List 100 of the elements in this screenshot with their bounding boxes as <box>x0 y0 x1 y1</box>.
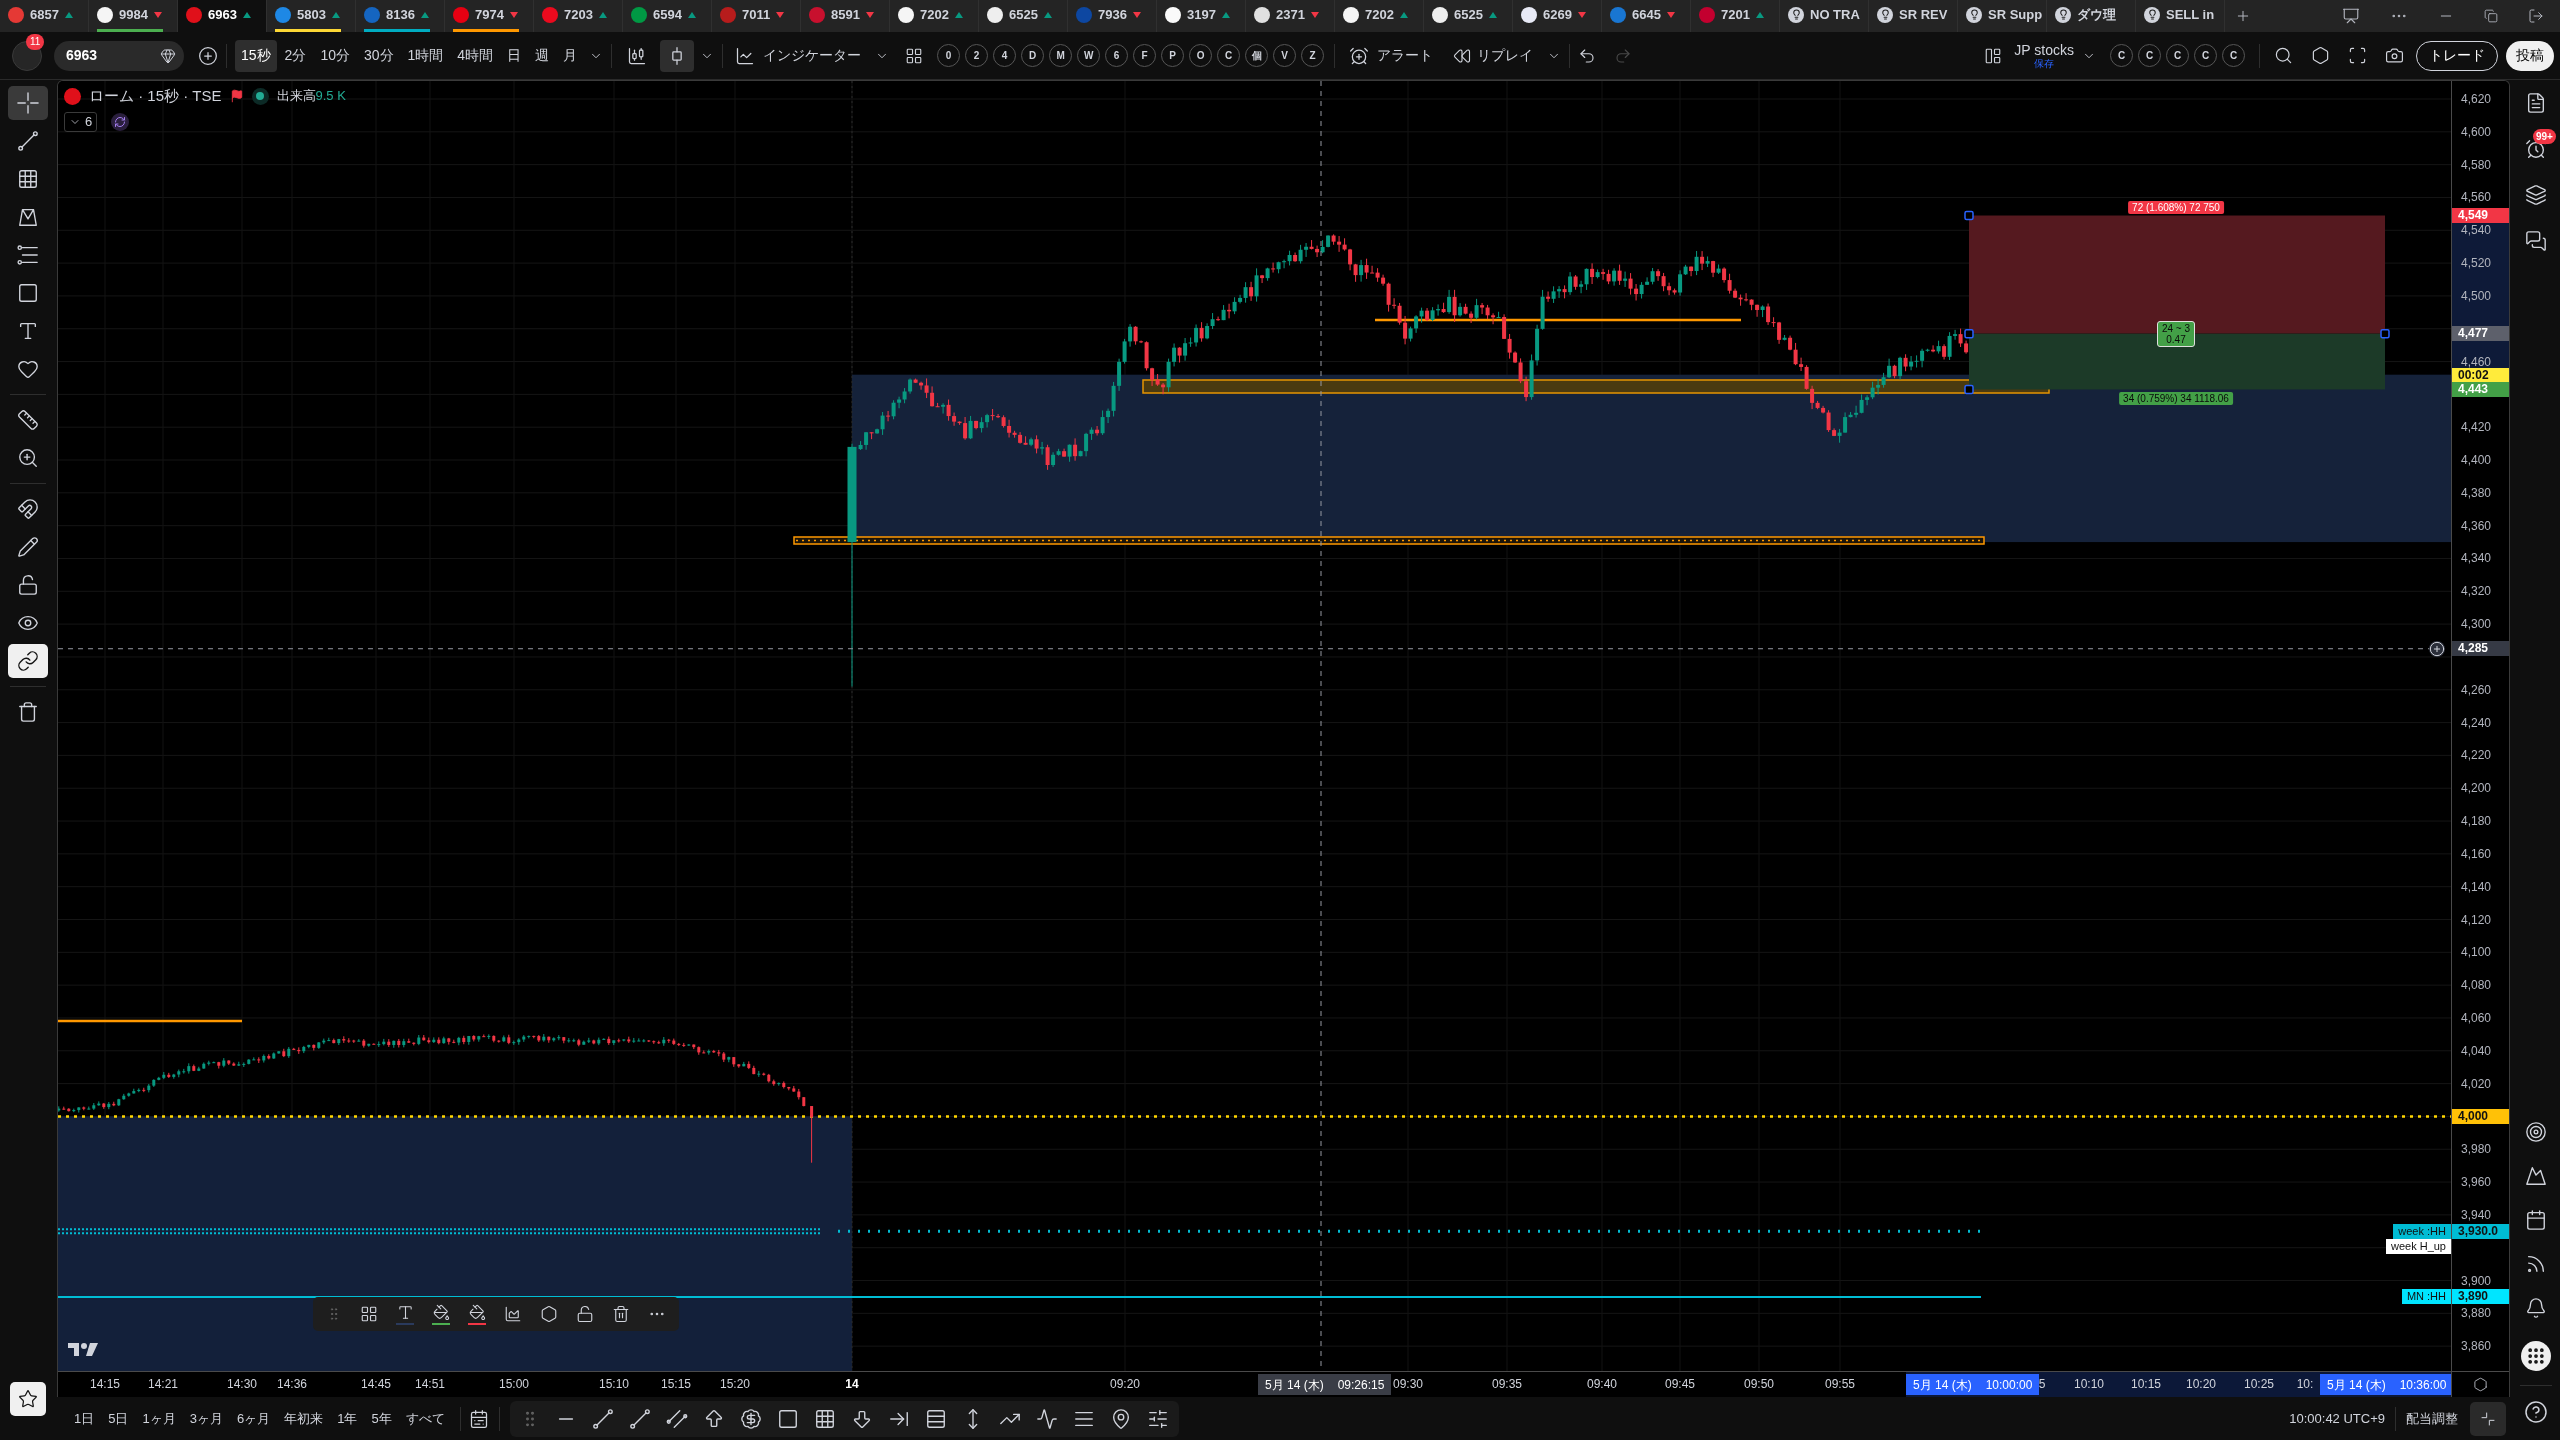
flag-icon[interactable] <box>229 89 244 103</box>
range-button[interactable]: すべて <box>398 1404 452 1433</box>
chat-icon[interactable] <box>2525 230 2547 252</box>
target-icon[interactable] <box>2525 1121 2547 1143</box>
resize-handle[interactable] <box>1964 328 1974 339</box>
interval-button[interactable]: 日 <box>501 39 528 72</box>
alert-button[interactable]: アラート <box>1345 39 1438 72</box>
trash-icon[interactable] <box>16 701 39 723</box>
layout-icon[interactable] <box>1984 46 2003 65</box>
calendar-icon[interactable] <box>2525 1209 2547 1231</box>
interval-button[interactable]: 2分 <box>278 39 313 72</box>
zigzag-icon[interactable] <box>1035 1407 1058 1430</box>
range-button[interactable]: 5日 <box>101 1404 136 1433</box>
candlestick-icon[interactable] <box>627 45 648 66</box>
apps-grid-icon[interactable] <box>2521 1341 2551 1371</box>
heart-icon[interactable] <box>16 358 39 380</box>
refresh-icon[interactable] <box>111 113 130 131</box>
settings-icon[interactable] <box>540 1305 558 1323</box>
resize-handle[interactable] <box>1964 210 1974 221</box>
bell-icon[interactable] <box>2525 1297 2547 1319</box>
restore-icon[interactable] <box>2484 9 2498 23</box>
pattern-icon[interactable] <box>16 206 39 228</box>
indicators-button[interactable]: インジケーター <box>731 39 866 72</box>
range-button[interactable]: 1年 <box>330 1404 365 1433</box>
help-icon[interactable] <box>2524 1400 2548 1424</box>
lock-open-icon[interactable] <box>576 1305 594 1323</box>
parallel-lines-icon[interactable] <box>665 1407 688 1430</box>
rss-icon[interactable] <box>2525 1253 2547 1275</box>
layout-grid-icon[interactable] <box>905 46 924 65</box>
collapse-icon[interactable] <box>2480 1410 2496 1427</box>
mountain-icon[interactable] <box>2525 1165 2547 1187</box>
publish-button[interactable]: 投稿 <box>2506 40 2554 71</box>
interval-button[interactable]: 30分 <box>357 39 400 72</box>
style-button[interactable] <box>396 1303 414 1325</box>
grid-icon[interactable] <box>16 168 39 190</box>
range-button[interactable]: 1日 <box>67 1404 102 1433</box>
undo-icon[interactable] <box>1578 46 1597 65</box>
range-button[interactable]: 1ヶ月 <box>135 1404 183 1433</box>
quick-button[interactable]: V <box>1273 44 1297 67</box>
text-icon[interactable] <box>396 1303 414 1321</box>
favorites-button[interactable] <box>9 1382 46 1416</box>
area-chart-icon[interactable] <box>504 1305 522 1323</box>
paint-bucket-icon[interactable] <box>468 1303 486 1321</box>
interval-button[interactable]: 週 <box>529 39 556 72</box>
calendar-range-icon[interactable] <box>468 1408 489 1429</box>
rectangle-icon[interactable] <box>16 282 39 304</box>
style-button[interactable] <box>468 1303 486 1325</box>
interval-button[interactable]: 1時間 <box>401 39 450 72</box>
search-icon[interactable] <box>2274 46 2293 65</box>
interval-button[interactable]: 15秒 <box>235 39 277 72</box>
camera-icon[interactable] <box>2385 46 2404 65</box>
presentation-icon[interactable] <box>2342 7 2360 25</box>
trend-line-icon[interactable] <box>591 1407 614 1430</box>
chart-title[interactable]: ローム · 15秒 · TSE <box>89 84 222 108</box>
trash-icon[interactable] <box>612 1305 630 1323</box>
rectangle-icon[interactable] <box>776 1407 799 1430</box>
grid-icon[interactable] <box>813 1407 836 1430</box>
settings-icon[interactable] <box>2311 46 2330 65</box>
range-button[interactable]: 3ヶ月 <box>182 1404 230 1433</box>
rewind-icon[interactable] <box>1453 46 1472 65</box>
range-button[interactable]: 5年 <box>364 1404 399 1433</box>
lock-open-icon[interactable] <box>16 574 39 596</box>
toggle-button[interactable] <box>7 644 48 678</box>
new-tab-icon[interactable] <box>2235 8 2251 24</box>
crosshair-icon[interactable] <box>16 92 39 114</box>
document-icon[interactable] <box>2525 92 2547 114</box>
interval-button[interactable]: 月 <box>557 39 584 72</box>
exit-icon[interactable] <box>2528 8 2544 24</box>
dollar-tag-icon[interactable] <box>739 1407 762 1430</box>
ray-icon[interactable] <box>628 1407 651 1430</box>
chart-line-icon[interactable] <box>735 45 756 66</box>
layers-icon[interactable] <box>2525 184 2547 206</box>
trend-line-icon[interactable] <box>16 130 39 152</box>
range-button[interactable]: 年初来 <box>277 1404 331 1433</box>
layout-name[interactable]: JP stocks <box>2014 42 2074 57</box>
style-button[interactable] <box>432 1303 450 1325</box>
interval-button[interactable]: 4時間 <box>451 39 500 72</box>
magnet-icon[interactable] <box>16 498 39 520</box>
paint-bucket-icon[interactable] <box>432 1303 450 1321</box>
lines-icon[interactable] <box>16 244 39 266</box>
ruler-icon[interactable] <box>16 409 39 431</box>
pencil-icon[interactable] <box>16 536 39 558</box>
star-icon[interactable] <box>17 1389 38 1409</box>
tool-button[interactable] <box>7 86 48 120</box>
plus-circle-icon[interactable] <box>2429 640 2445 657</box>
fullscreen-icon[interactable] <box>2348 46 2367 65</box>
collapse-button[interactable]: 6 <box>64 112 98 132</box>
resize-handle[interactable] <box>2380 328 2390 339</box>
symbol-search-field[interactable]: 6963 <box>54 40 184 71</box>
alarm-clock-icon[interactable] <box>2525 138 2547 160</box>
range-button[interactable]: 6ヶ月 <box>229 1404 278 1433</box>
interval-button[interactable]: 10分 <box>314 39 356 72</box>
zoom-in-icon[interactable] <box>16 447 39 469</box>
plus-circle-icon[interactable] <box>198 45 218 66</box>
settings-icon[interactable] <box>2473 1377 2488 1392</box>
layout-grid-icon[interactable] <box>360 1305 378 1323</box>
sliders-icon[interactable] <box>1146 1407 1169 1430</box>
alarm-plus-icon[interactable] <box>1349 45 1370 66</box>
symbol-tab[interactable]: 6963 <box>178 0 267 32</box>
link-icon[interactable] <box>16 650 39 672</box>
